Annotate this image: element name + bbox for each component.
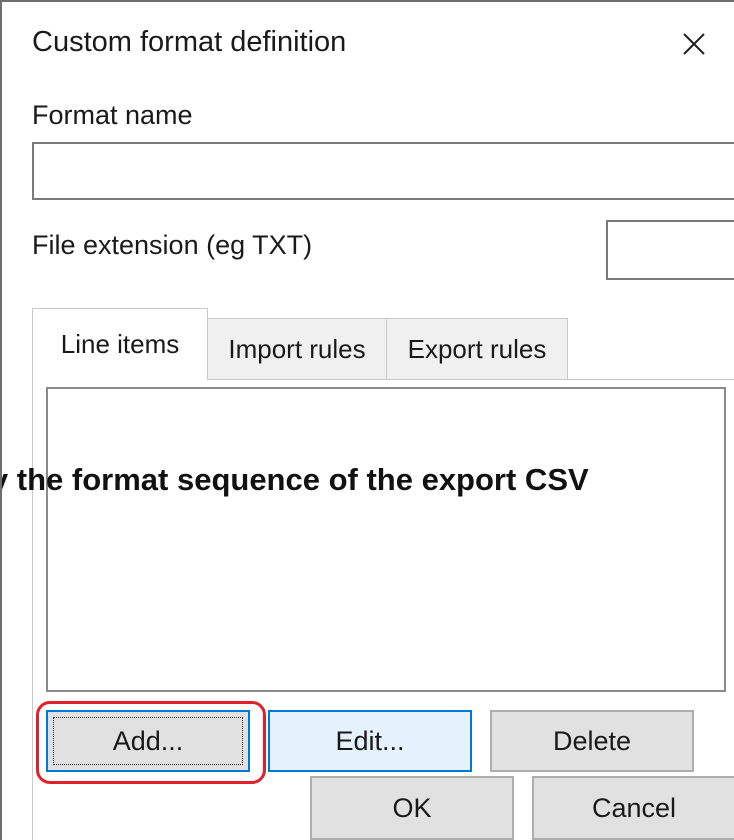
format-name-input[interactable]	[32, 142, 734, 200]
dialog-title: Custom format definition	[32, 26, 347, 58]
file-extension-label: File extension (eg TXT)	[32, 230, 313, 260]
delete-button[interactable]: Delete	[490, 710, 694, 772]
tab-export-rules[interactable]: Export rules	[386, 318, 568, 380]
line-items-list[interactable]	[46, 387, 726, 692]
custom-format-dialog: Custom format definition Format name Fil…	[0, 0, 734, 840]
format-name-label: Format name	[32, 100, 193, 130]
file-extension-input[interactable]	[606, 220, 734, 280]
overlay-caption: ify the format sequence of the export CS…	[0, 462, 589, 497]
tab-import-rules[interactable]: Import rules	[207, 318, 387, 380]
tab-line-items[interactable]: Line items	[32, 308, 208, 380]
close-icon[interactable]	[674, 24, 714, 64]
ok-button[interactable]: OK	[310, 776, 514, 840]
highlight-annotation	[36, 701, 266, 784]
cancel-button[interactable]: Cancel	[532, 776, 734, 840]
edit-button[interactable]: Edit...	[268, 710, 472, 772]
